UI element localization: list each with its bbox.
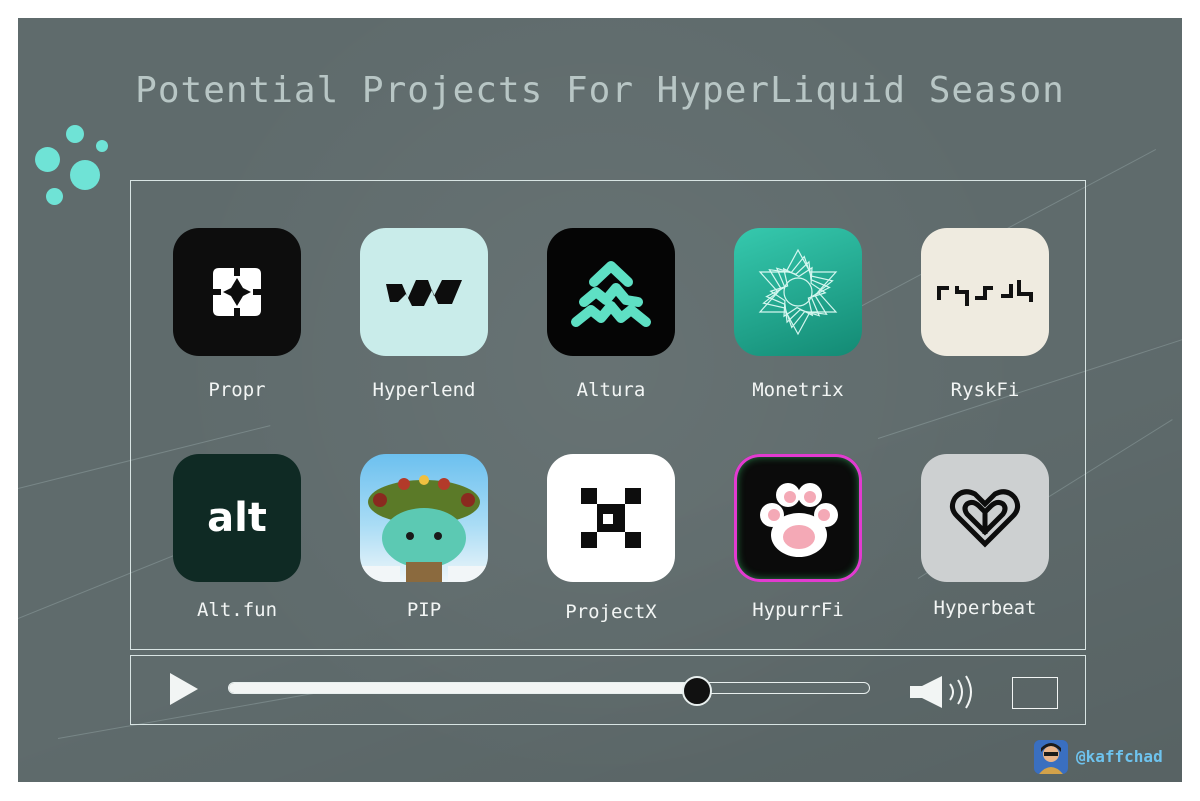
progress-track[interactable] (228, 682, 870, 694)
project-label: ProjectX (565, 601, 657, 623)
projectx-logo-icon[interactable] (547, 454, 675, 582)
project-label: HypurrFi (752, 599, 844, 621)
altfun-logo-text: alt (207, 495, 267, 541)
project-label: RyskFi (950, 379, 1020, 401)
page-title: Potential Projects For HyperLiquid Seaso… (135, 70, 1065, 111)
credit-handle[interactable]: @kaffchad (1076, 747, 1163, 766)
play-icon[interactable] (168, 671, 200, 711)
project-label: Monetrix (752, 379, 844, 401)
project-label: Propr (208, 379, 266, 401)
propr-logo-icon[interactable] (173, 228, 301, 356)
altura-logo-icon[interactable] (547, 228, 675, 356)
project-label: Hyperbeat (933, 597, 1037, 619)
hyperbeat-logo-icon[interactable] (921, 454, 1049, 582)
project-label: Altura (576, 379, 646, 401)
hyperlend-logo-icon[interactable] (360, 228, 488, 356)
volume-icon[interactable] (908, 672, 976, 716)
progress-knob[interactable] (681, 676, 712, 706)
pip-logo-icon[interactable] (360, 454, 488, 582)
avatar-icon (1034, 740, 1068, 774)
ryskfi-logo-icon[interactable] (921, 228, 1049, 356)
monetrix-logo-icon[interactable] (734, 228, 862, 356)
progress-fill (229, 683, 697, 693)
fullscreen-icon[interactable] (1012, 677, 1058, 709)
project-label: PIP (406, 599, 442, 621)
project-label: Alt.fun (196, 599, 278, 621)
hypurrfi-logo-icon[interactable] (734, 454, 862, 582)
altfun-logo-icon[interactable]: alt (173, 454, 301, 582)
project-label: Hyperlend (372, 379, 476, 401)
